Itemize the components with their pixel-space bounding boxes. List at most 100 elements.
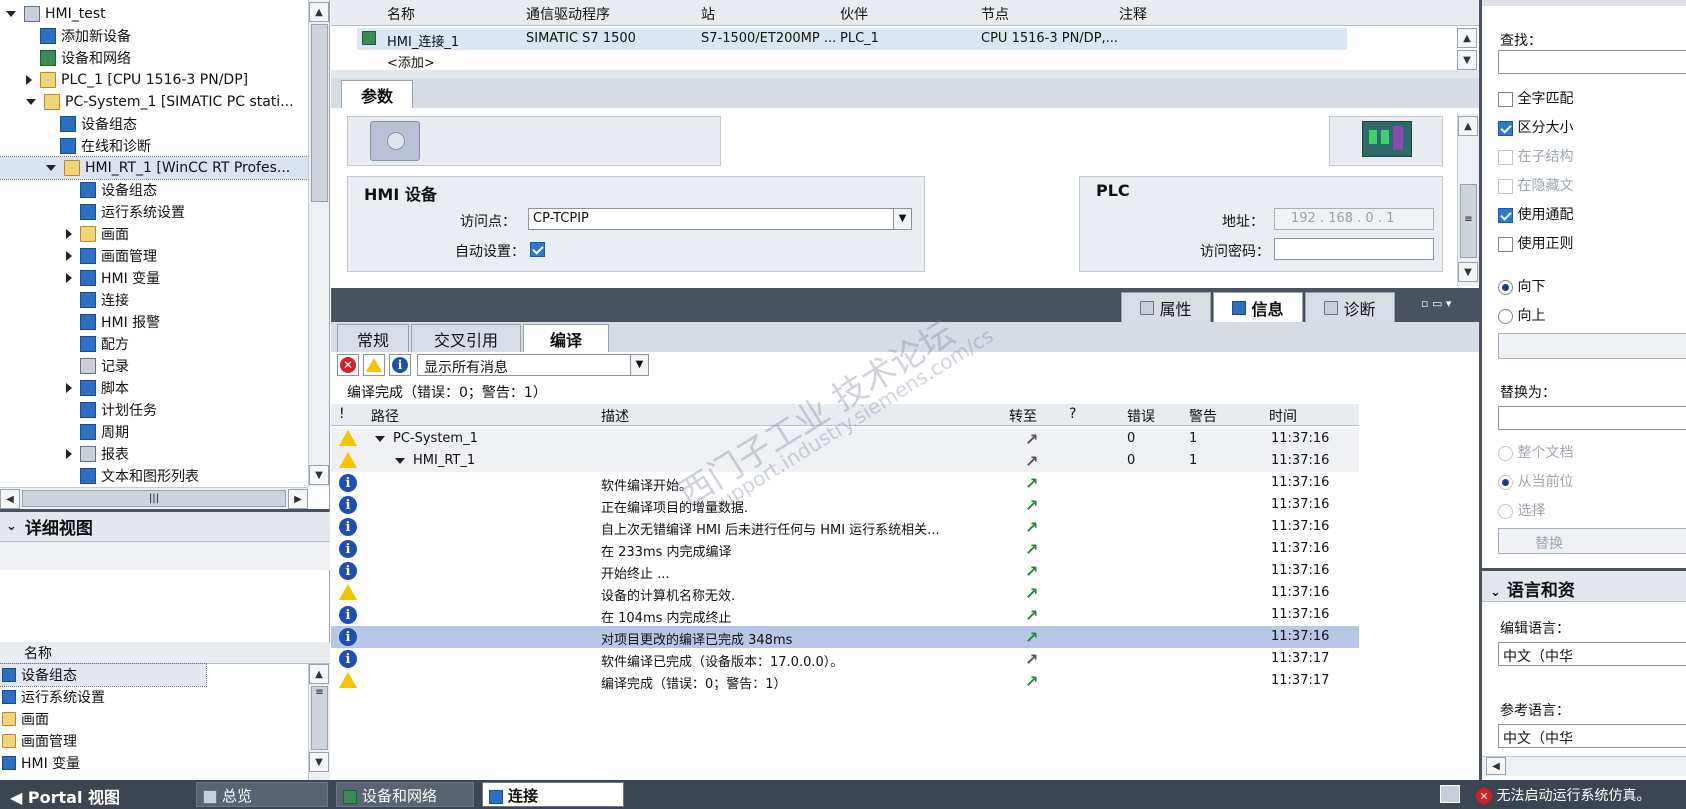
goto-arrow-icon[interactable]: ↗ [1025, 628, 1038, 647]
auto-setting-checkbox[interactable] [530, 241, 545, 257]
collapse-chevron-icon[interactable]: ⌄ [1490, 585, 1501, 600]
goto-arrow-icon[interactable]: ↗ [1025, 540, 1038, 559]
expand-down-icon[interactable] [46, 165, 56, 171]
add-row[interactable]: <添加> [387, 52, 435, 71]
tree-item[interactable]: 报表 [66, 443, 129, 465]
tree-item[interactable]: 画面 [66, 223, 129, 245]
access-point-select[interactable]: CP-TCPIP ▼ [528, 208, 912, 230]
message-filter-select[interactable]: 显示所有消息 ▼ [417, 354, 649, 376]
expand-right-icon[interactable] [66, 383, 72, 393]
find-button[interactable] [1498, 333, 1686, 359]
scroll-thumb[interactable]: ≡ [1460, 184, 1477, 258]
status-monitor-icon[interactable] [1440, 785, 1460, 803]
tree-item[interactable]: HMI_test [6, 3, 106, 25]
detail-view-header[interactable]: ⌄ 详细视图 [0, 512, 330, 542]
tab-properties[interactable]: 属性 [1121, 292, 1211, 322]
tab-params[interactable]: 参数 [341, 80, 413, 108]
replace-input[interactable] [1498, 406, 1686, 430]
message-row[interactable]: i 自上次无错编译 HMI 后未进行任何与 HMI 运行系统相关... ↗ 11:37… [331, 516, 1359, 538]
opt-use-wildcards[interactable]: 使用通配 [1498, 204, 1573, 224]
scroll-left-button[interactable]: ◀ [1486, 757, 1506, 775]
ref-language-select[interactable]: 中文（中华 [1498, 724, 1686, 748]
goto-arrow-icon[interactable]: ↗ [1025, 496, 1038, 515]
taskbar-connection[interactable]: 连接 [482, 782, 624, 807]
hscroll-thumb[interactable]: ||| [22, 490, 286, 507]
goto-arrow-icon[interactable]: ↗ [1025, 672, 1038, 691]
dropdown-arrow-icon[interactable]: ▼ [630, 355, 648, 375]
tab-diagnostics[interactable]: 诊断 [1305, 292, 1395, 322]
list-item[interactable]: HMI 变量 [0, 752, 300, 774]
col-comment[interactable]: 注释 [1119, 4, 1147, 24]
goto-arrow-icon[interactable]: ↗ [1025, 606, 1038, 625]
window-controls-icon[interactable]: ▫ ▭ ▾ [1421, 297, 1471, 311]
col-station[interactable]: 站 [701, 4, 715, 24]
opt-match-case[interactable]: 区分大小 [1498, 117, 1573, 137]
opt-whole-word[interactable]: 全字匹配 [1498, 88, 1573, 108]
message-row[interactable]: i 开始终止 ... ↗ 11:37:16 [331, 560, 1359, 582]
opt-whole-document[interactable]: 整个文档 [1498, 442, 1573, 462]
expand-down-icon[interactable] [395, 458, 405, 464]
col-partner[interactable]: 伙伴 [840, 4, 868, 24]
dropdown-arrow-icon[interactable]: ▼ [893, 209, 911, 229]
opt-selection[interactable]: 选择 [1498, 500, 1545, 520]
tab-compile[interactable]: 编译 [523, 324, 609, 352]
language-section-header[interactable]: ⌄ 语言和资 [1482, 568, 1686, 602]
message-row[interactable]: i 正在编译项目的增量数据. ↗ 11:37:16 [331, 494, 1359, 516]
list-item[interactable]: 画面管理 [0, 730, 300, 752]
taskbar-devices-networks[interactable]: 设备和网络 [336, 782, 474, 807]
expand-right-icon[interactable] [66, 251, 72, 261]
goto-arrow-icon[interactable]: ↗ [1025, 452, 1038, 471]
opt-down[interactable]: 向下 [1498, 276, 1545, 296]
expand-right-icon[interactable] [66, 449, 72, 459]
list-item[interactable]: 画面 [0, 708, 300, 730]
goto-arrow-icon[interactable]: ↗ [1025, 650, 1038, 669]
scroll-up-button[interactable]: ▲ [1458, 116, 1478, 136]
message-row[interactable]: i 在 104ms 内完成终止 ↗ 11:37:16 [331, 604, 1359, 626]
list-item[interactable]: 运行系统设置 [0, 686, 300, 708]
tree-item[interactable]: 运行系统设置 [66, 201, 185, 223]
scroll-up-button[interactable]: ▲ [309, 2, 329, 22]
table-row[interactable]: HMI_连接_1 SIMATIC S7 1500 S7-1500/ET200MP… [357, 28, 1347, 50]
detail-vscrollbar[interactable]: ▲ ≡ ▼ [308, 664, 330, 782]
tree-item[interactable]: PC-System_1 [SIMATIC PC stati... [26, 91, 294, 113]
tree-vscrollbar[interactable]: ▲ ▼ [308, 0, 329, 487]
detail-column-header[interactable]: 名称 [0, 642, 330, 664]
portal-view-button[interactable]: ◀ Portal 视图 [10, 784, 120, 808]
message-row[interactable]: 设备的计算机名称无效. ↗ 11:37:16 [331, 582, 1359, 604]
tree-item[interactable]: 设备和网络 [26, 47, 131, 69]
goto-arrow-icon[interactable]: ↗ [1025, 584, 1038, 603]
edit-language-select[interactable]: 中文（中华 [1498, 642, 1686, 666]
scroll-up-button[interactable]: ▲ [1457, 28, 1477, 48]
message-row[interactable]: i 对项目更改的编译已完成 348ms ↗ 11:37:16 [331, 626, 1359, 648]
tab-general[interactable]: 常规 [337, 324, 409, 352]
col-driver[interactable]: 通信驱动程序 [526, 4, 610, 24]
scroll-right-button[interactable]: ▶ [288, 489, 308, 509]
tab-info[interactable]: 信息 [1213, 292, 1303, 322]
filter-warning-button[interactable] [363, 354, 385, 376]
message-row[interactable]: 编译完成（错误：0；警告：1） ↗ 11:37:17 [331, 670, 1359, 692]
taskbar-overview[interactable]: 总览 [196, 782, 328, 807]
tree-item[interactable]: 添加新设备 [26, 25, 131, 47]
tree-item[interactable]: 设备组态 [46, 113, 137, 135]
goto-arrow-icon[interactable]: ↗ [1025, 518, 1038, 537]
opt-from-current[interactable]: 从当前位 [1498, 471, 1573, 491]
filter-info-button[interactable]: i [389, 354, 411, 376]
scroll-down-button[interactable]: ▼ [1457, 50, 1477, 70]
message-row[interactable]: i 软件编译已完成（设备版本：17.0.0.0）。 ↗ 11:37:17 [331, 648, 1359, 670]
list-item[interactable]: 设备组态 [0, 663, 207, 687]
scroll-down-button[interactable]: ▼ [1458, 262, 1478, 282]
opt-up[interactable]: 向上 [1498, 305, 1545, 325]
password-field[interactable] [1274, 238, 1434, 260]
address-field[interactable]: 192 . 168 . 0 . 1 [1274, 208, 1434, 230]
collapse-chevron-icon[interactable]: ⌄ [6, 519, 17, 534]
col-node[interactable]: 节点 [981, 4, 1009, 24]
tree-item[interactable]: 画面管理 [66, 245, 157, 267]
scroll-thumb[interactable]: ≡ [311, 686, 328, 750]
expand-down-icon[interactable] [26, 99, 36, 105]
tree-item[interactable]: 连接 [66, 289, 129, 311]
tree-item[interactable]: 记录 [66, 355, 129, 377]
opt-in-substructures[interactable]: 在子结构 [1498, 146, 1573, 166]
tree-item[interactable]: 在线和诊断 [46, 135, 151, 157]
expand-right-icon[interactable] [26, 75, 32, 85]
tree-item[interactable]: 文本和图形列表 [66, 465, 199, 487]
